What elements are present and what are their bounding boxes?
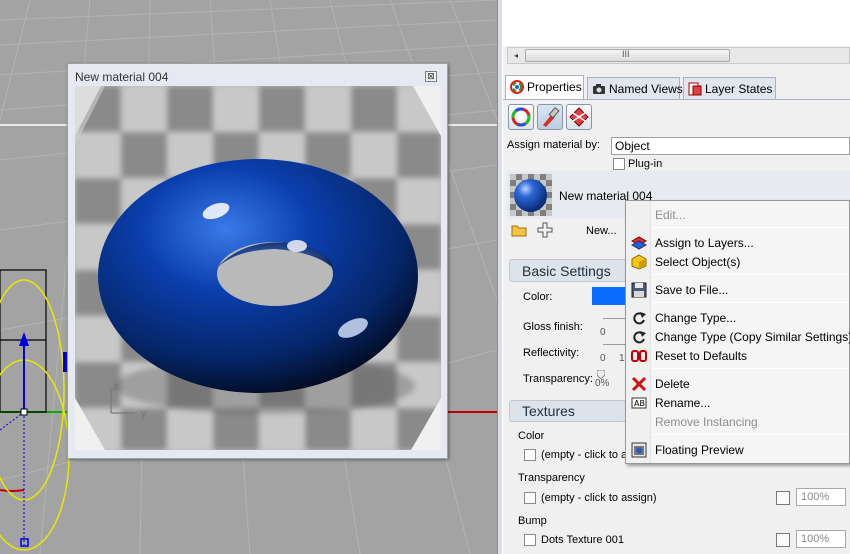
gloss-value: 0 [600,327,606,338]
texture-transparency-heading: Transparency [518,472,585,484]
scrollbar-grip: III [622,49,630,59]
menu-item-label: Save to File... [655,283,729,297]
material-sphere-icon [514,179,547,212]
horizontal-scrollbar[interactable]: ◂ III [507,47,850,64]
preview-axis-z: z [113,381,119,393]
menu-item-label: Reset to Defaults [655,349,748,363]
menu-item-save-to-file[interactable]: Save to File... [626,280,850,299]
tab-baseline [503,99,850,100]
gloss-finish-label: Gloss finish: [523,321,583,333]
object-color-wheel-icon[interactable] [508,104,534,130]
menu-item-rename[interactable]: AB Rename... [626,393,850,412]
color-swatch[interactable] [592,287,628,305]
menu-item-floating-preview[interactable]: Floating Preview [626,440,850,459]
transparency-label: Transparency: [523,373,593,385]
assign-material-label: Assign material by: [507,139,600,151]
texture-edit-icon[interactable] [776,491,790,505]
panel-top-area [503,0,850,46]
menu-item-label: Rename... [655,396,711,410]
texture-transparency-amount[interactable]: 100% [796,488,846,506]
floating-preview-window[interactable]: New material 004 ⊠ z y [67,63,448,459]
basic-settings-title: Basic Settings [522,263,611,279]
menu-separator [652,274,849,275]
texture-mapping-icon[interactable] [566,104,592,130]
texture-bump-slot[interactable]: Dots Texture 001 [541,534,624,546]
floating-preview-icon [631,442,647,458]
menu-separator [652,368,849,369]
folder-icon[interactable] [511,223,527,237]
menu-separator [652,434,849,435]
reflectivity-value-2: 1 [619,353,625,364]
color-label: Color: [523,291,553,303]
camera-icon [592,82,606,96]
reflectivity-value: 0 [600,353,606,364]
tab-label: Properties [527,80,582,94]
texture-transparency-slot[interactable]: (empty - click to assign) [541,492,657,504]
tab-label: Named Views [609,82,683,96]
rename-icon: AB [631,395,647,411]
material-context-menu: Edit... Assign to Layers... Select Objec… [625,200,850,464]
menu-item-label: Delete [655,377,690,391]
transparency-slider-thumb[interactable] [596,368,606,380]
menu-item-remove-instancing[interactable]: Remove Instancing [626,412,850,431]
texture-color-checkbox[interactable] [524,449,536,461]
menu-item-change-type-copy[interactable]: Change Type (Copy Similar Settings)... [626,327,850,346]
change-type-icon [631,310,647,326]
add-material-icon[interactable] [537,222,553,238]
menu-item-label: Assign to Layers... [655,236,754,250]
transparency-value: 0% [595,378,610,389]
change-type-copy-icon [631,329,647,345]
save-icon [631,282,647,298]
menu-item-label: Change Type (Copy Similar Settings)... [655,330,850,344]
texture-bump-amount[interactable]: 100% [796,530,846,548]
menu-item-label: Floating Preview [655,443,744,457]
texture-bump-heading: Bump [518,515,547,527]
menu-item-label: Remove Instancing [655,415,758,429]
menu-separator [652,302,849,303]
tab-named-views[interactable]: Named Views [587,77,683,99]
scrollbar-thumb[interactable]: III [525,49,730,62]
menu-item-reset-to-defaults[interactable]: Reset to Defaults [626,346,850,365]
svg-text:AB: AB [634,399,645,408]
material-brush-icon[interactable] [537,104,563,130]
menu-item-label: Change Type... [655,311,737,325]
delete-icon [631,376,647,392]
tab-label: Layer States [705,82,773,96]
assign-material-select[interactable]: Object [611,137,850,155]
menu-item-label: Edit... [655,208,686,222]
tab-properties[interactable]: Properties [505,75,584,100]
menu-item-change-type[interactable]: Change Type... [626,308,850,327]
texture-color-heading: Color [518,430,545,442]
texture-transparency-checkbox[interactable] [524,492,536,504]
plugin-label: Plug-in [628,158,663,170]
tab-layer-states[interactable]: Layer States [683,77,776,99]
menu-item-delete[interactable]: Delete [626,374,850,393]
gumball-handle [20,408,28,416]
properties-color-icon [510,80,524,94]
menu-item-label: Select Object(s) [655,255,741,269]
plugin-checkbox[interactable] [613,158,625,170]
preview-axis-y: y [141,408,147,420]
new-material-button[interactable]: New... [586,225,617,237]
menu-item-select-objects[interactable]: Select Object(s) [626,252,850,271]
texture-edit-icon[interactable] [776,533,790,547]
scroll-left-icon[interactable]: ◂ [508,48,524,63]
textures-title: Textures [522,403,575,419]
torus-render: z y [75,86,441,450]
select-object-icon [631,254,647,270]
reset-icon [631,348,647,364]
menu-item-assign-to-layers[interactable]: Assign to Layers... [626,233,850,252]
material-preview-canvas[interactable]: z y [75,86,441,450]
close-icon[interactable]: ⊠ [425,71,437,82]
material-thumbnail [510,174,552,216]
preview-window-title: New material 004 [75,70,169,84]
menu-separator [652,227,849,228]
reflectivity-label: Reflectivity: [523,347,580,359]
layers-icon [630,235,648,251]
texture-bump-checkbox[interactable] [524,534,536,546]
menu-item-edit[interactable]: Edit... [626,205,850,224]
layer-states-icon [688,82,702,96]
